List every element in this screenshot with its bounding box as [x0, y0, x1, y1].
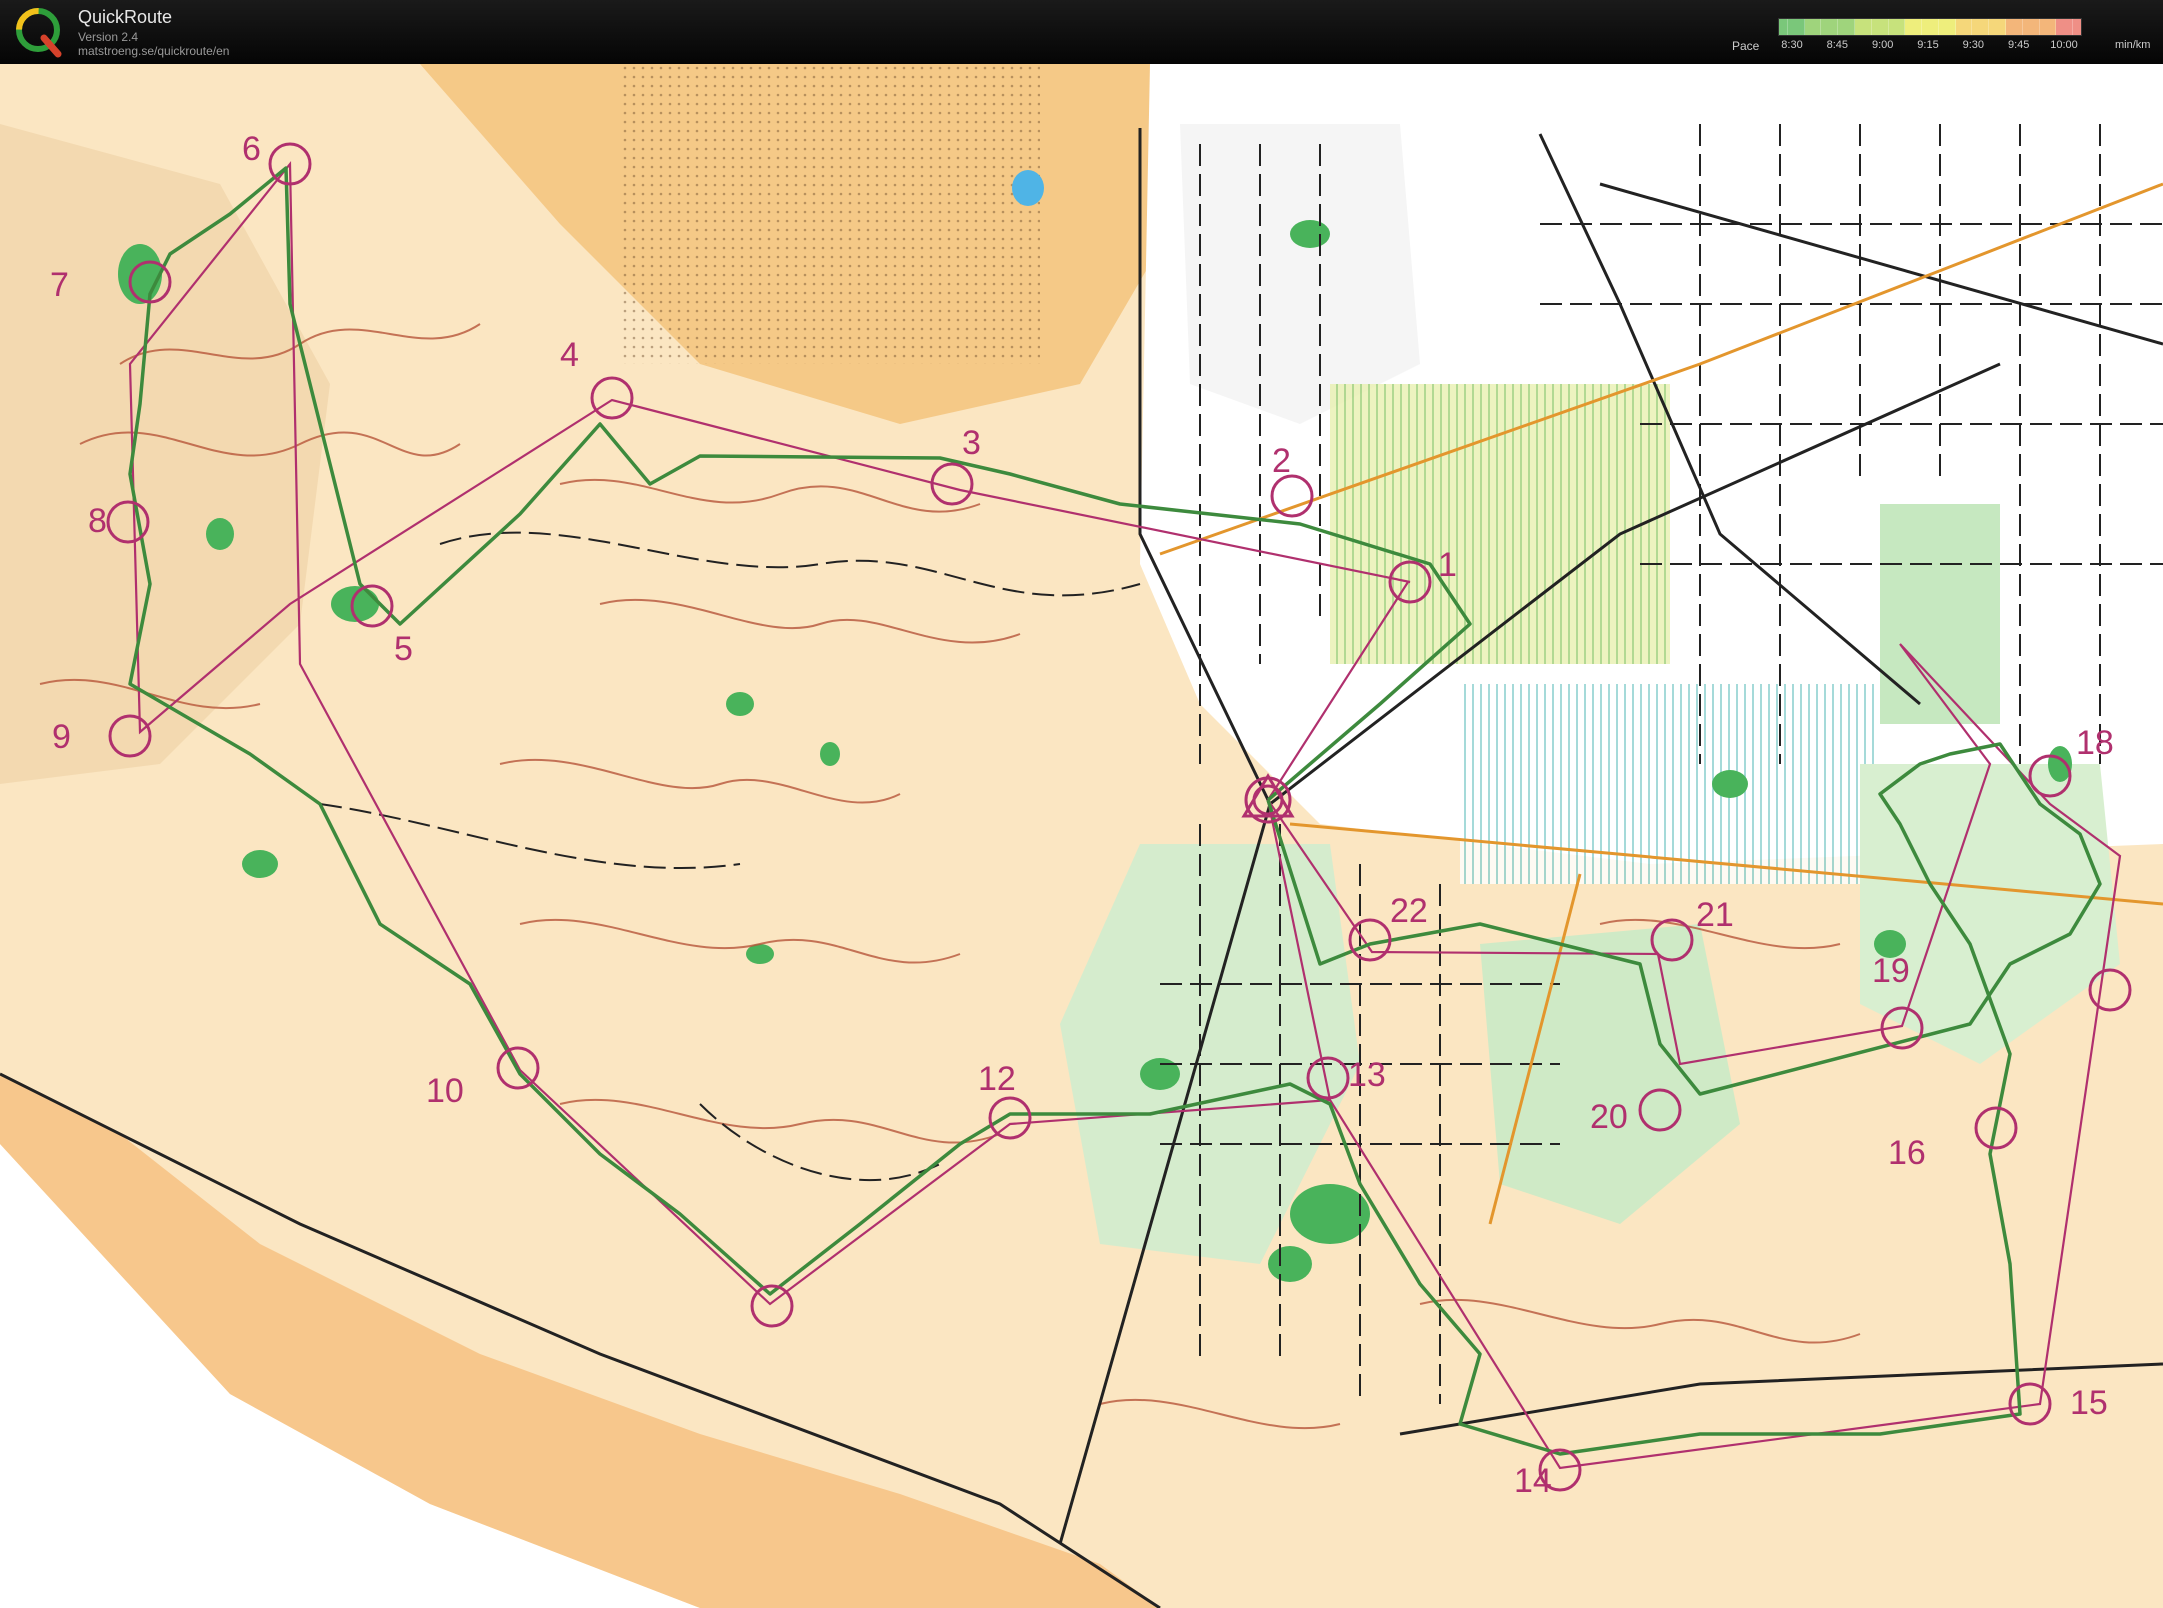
- pace-tick-label: 9:00: [1871, 39, 1894, 51]
- pace-gradient-segment: [1963, 19, 1973, 35]
- pace-gradient-segment: [1871, 19, 1880, 35]
- app-version: Version 2.4: [78, 30, 139, 44]
- pace-tick-label: 8:45: [1826, 39, 1849, 51]
- pond: [1012, 170, 1044, 206]
- pace-gradient-segment: [1905, 19, 1914, 35]
- map-canvas[interactable]: 1 2 3 4 5 6 7 8 9 10 12 13 14 15 16 18 1…: [0, 64, 2163, 1608]
- pace-gradient-segment: [1862, 19, 1872, 35]
- pace-gradient-segment: [2022, 19, 2031, 35]
- app-url[interactable]: matstroeng.se/quickroute/en: [78, 44, 229, 58]
- pace-gradient-segment: [1812, 19, 1822, 35]
- control-label-22: 22: [1390, 892, 1428, 930]
- control-label-5: 5: [394, 630, 413, 668]
- pace-tick-labels: 8:30 8:45 9:00 9:15 9:30 9:45 10:00: [1778, 39, 2098, 55]
- pace-gradient-bar: [1778, 18, 2082, 36]
- control-label-19: 19: [1872, 952, 1910, 990]
- marsh-stripes: [1460, 684, 1880, 884]
- green-stripe-field: [1330, 384, 1670, 664]
- pace-unit-label: min/km: [2115, 39, 2151, 51]
- control-label-10: 10: [426, 1072, 464, 1110]
- control-label-6: 6: [242, 130, 261, 168]
- orienteering-map[interactable]: 1 2 3 4 5 6 7 8 9 10 12 13 14 15 16 18 1…: [0, 64, 2163, 1608]
- pace-gradient-segment: [2006, 19, 2014, 35]
- pace-tick-label: 9:15: [1917, 39, 1939, 51]
- pace-gradient-segment: [1795, 19, 1805, 35]
- quickroute-logo-icon: [16, 8, 62, 58]
- control-label-2: 2: [1272, 442, 1291, 480]
- pace-gradient-segment: [2030, 19, 2040, 35]
- pace-gradient-segment: [1946, 19, 1956, 35]
- pace-gradient-segment: [2056, 19, 2065, 35]
- pace-gradient-segment: [1829, 19, 1839, 35]
- green-field-east: [1880, 504, 2000, 724]
- control-label-20: 20: [1590, 1098, 1628, 1136]
- pace-gradient-segment: [2073, 19, 2082, 35]
- control-label-1: 1: [1438, 546, 1457, 584]
- pace-legend-label: Pace: [1732, 39, 1760, 53]
- control-label-13: 13: [1348, 1056, 1386, 1094]
- pace-gradient-segment: [1888, 19, 1897, 35]
- pace-gradient-segment: [1980, 19, 1990, 35]
- pace-tick-label: 9:45: [2007, 39, 2030, 51]
- pace-gradient-segment: [2013, 19, 2023, 35]
- pace-gradient-segment: [2039, 19, 2048, 35]
- pace-gradient-segment: [1846, 19, 1856, 35]
- pace-gradient-segment: [2064, 19, 2074, 35]
- control-label-12: 12: [978, 1060, 1016, 1098]
- pace-tick-label: 8:30: [1781, 39, 1803, 51]
- pace-gradient-segment: [1787, 19, 1796, 35]
- pace-tick-label: 10:00: [2050, 39, 2078, 51]
- control-label-8: 8: [88, 502, 107, 540]
- pace-gradient-segment: [1879, 19, 1889, 35]
- pace-gradient-segment: [1855, 19, 1863, 35]
- app-title: QuickRoute: [78, 7, 173, 27]
- pace-gradient-segment: [1972, 19, 1981, 35]
- control-label-4: 4: [560, 336, 579, 374]
- pace-gradient-segment: [2047, 19, 2057, 35]
- pace-gradient-segment: [1779, 19, 1788, 35]
- control-label-14: 14: [1514, 1462, 1552, 1500]
- control-label-18: 18: [2076, 724, 2114, 762]
- app-header: QuickRoute Version 2.4 matstroeng.se/qui…: [0, 0, 2163, 64]
- control-label-9: 9: [52, 718, 71, 756]
- pace-gradient-segment: [1989, 19, 1998, 35]
- pace-gradient-segment: [1938, 19, 1947, 35]
- control-label-21: 21: [1696, 896, 1734, 934]
- pace-gradient-segment: [1821, 19, 1830, 35]
- pace-gradient-segment: [1913, 19, 1923, 35]
- rough-open-dots: [620, 64, 1040, 364]
- pace-gradient-segment: [1930, 19, 1939, 35]
- control-label-3: 3: [962, 424, 981, 462]
- pace-gradient-segment: [1955, 19, 1964, 35]
- pace-tick-label: 9:30: [1962, 39, 1985, 51]
- control-label-7: 7: [50, 266, 69, 304]
- pace-gradient-segment: [1804, 19, 1813, 35]
- pace-gradient-segment: [1997, 19, 2007, 35]
- pace-gradient-segment: [1838, 19, 1847, 35]
- control-label-16: 16: [1888, 1134, 1926, 1172]
- control-label-15: 15: [2070, 1384, 2108, 1422]
- forest-plots: [1180, 124, 1420, 424]
- pace-gradient-segment: [1896, 19, 1906, 35]
- pace-gradient-segment: [1922, 19, 1931, 35]
